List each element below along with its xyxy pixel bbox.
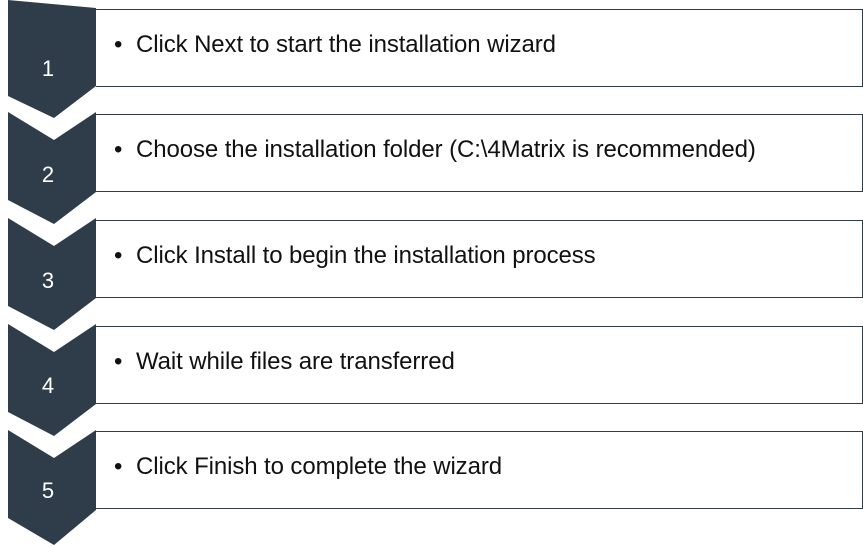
bullet-icon: •	[114, 31, 123, 58]
step-label-2: Choose the installation folder (C:\4Matr…	[136, 136, 756, 163]
step-text-3: • Click Install to begin the installation…	[114, 242, 596, 270]
step-number-4: 4	[41, 373, 55, 398]
step-text-4: • Wait while files are transferred	[114, 348, 455, 376]
step-number-2: 2	[41, 162, 55, 187]
bullet-icon: •	[114, 242, 123, 269]
step-label-1: Click Next to start the installation wiz…	[136, 31, 556, 58]
step-box-2: • Choose the installation folder (C:\4Mat…	[96, 114, 863, 192]
step-label-3: Click Install to begin the installation …	[136, 242, 596, 269]
step-number-1: 1	[41, 56, 55, 81]
step-box-5: • Click Finish to complete the wizard	[96, 431, 863, 509]
step-box-3: • Click Install to begin the installation…	[96, 220, 863, 298]
bullet-icon: •	[114, 136, 123, 163]
step-number-5: 5	[41, 478, 55, 503]
step-box-4: • Wait while files are transferred	[96, 326, 863, 404]
step-label-5: Click Finish to complete the wizard	[136, 453, 502, 480]
step-text-2: • Choose the installation folder (C:\4Mat…	[114, 136, 756, 164]
bullet-icon: •	[114, 348, 123, 375]
bullet-icon: •	[114, 453, 123, 480]
step-box-1: • Click Next to start the installation wi…	[96, 9, 863, 87]
step-number-3: 3	[41, 268, 55, 293]
step-text-1: • Click Next to start the installation wi…	[114, 31, 556, 59]
step-label-4: Wait while files are transferred	[136, 348, 455, 375]
step-text-5: • Click Finish to complete the wizard	[114, 453, 502, 481]
process-diagram: 1 • Click Next to start the installation …	[0, 0, 863, 547]
